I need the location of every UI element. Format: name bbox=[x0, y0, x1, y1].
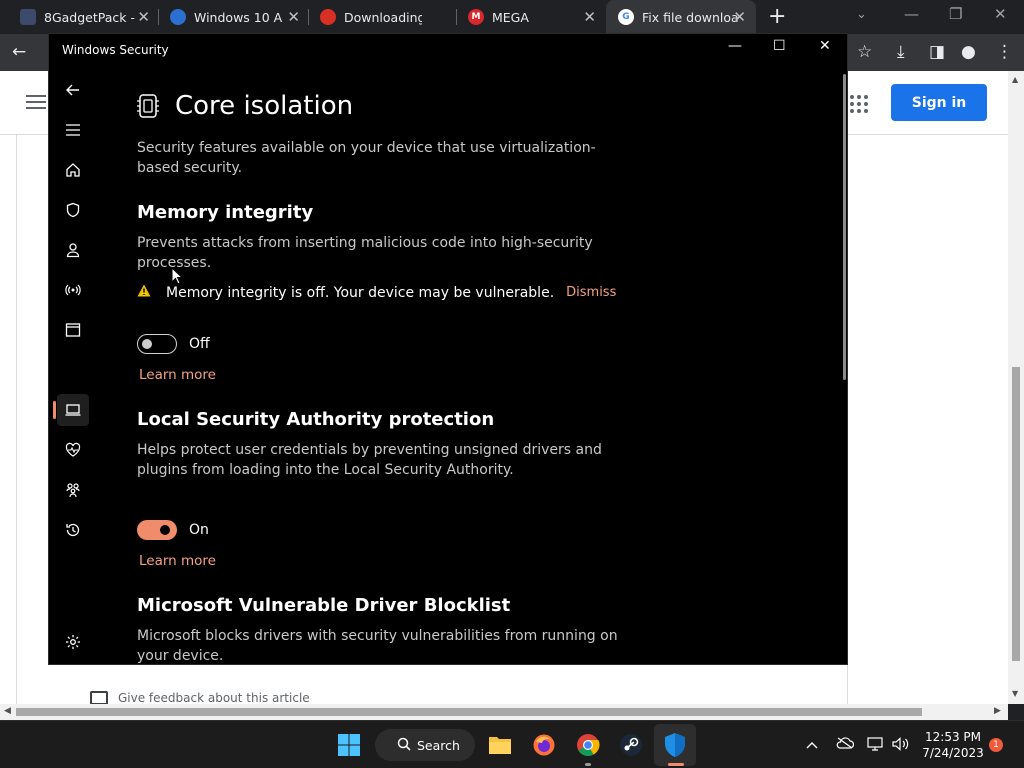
memory-integrity-desc: Prevents attacks from inserting maliciou… bbox=[137, 235, 593, 271]
browser-tab[interactable]: Windows 10 Act ✕ bbox=[170, 0, 300, 34]
browser-tab[interactable]: Downloading KB bbox=[320, 0, 446, 34]
home-icon[interactable] bbox=[57, 154, 89, 186]
page-intro: Security features available on your devi… bbox=[137, 140, 596, 176]
family-icon[interactable] bbox=[57, 474, 89, 506]
volume-icon[interactable] bbox=[892, 737, 910, 755]
tab-close-icon[interactable]: ✕ bbox=[137, 8, 150, 26]
bookmark-star-icon[interactable]: ☆ bbox=[857, 42, 872, 62]
lsa-protection-state: On bbox=[189, 522, 209, 538]
feedback-link[interactable]: Give feedback about this article bbox=[90, 691, 310, 705]
shield-icon[interactable] bbox=[57, 194, 89, 226]
browser-restore-icon[interactable]: ❐ bbox=[949, 5, 962, 23]
network-display-icon[interactable] bbox=[867, 737, 885, 755]
dismiss-link[interactable]: Dismiss bbox=[566, 285, 616, 300]
back-icon[interactable]: ← bbox=[12, 42, 26, 62]
taskbar: Search 12:53 PM 7/24/2023 1 bbox=[0, 720, 1024, 768]
pinwheel-icon bbox=[320, 9, 336, 25]
warning-icon bbox=[137, 284, 155, 301]
gadgetpack-icon bbox=[20, 9, 36, 25]
account-icon[interactable] bbox=[57, 234, 89, 266]
settings-icon[interactable] bbox=[57, 626, 89, 658]
feedback-icon bbox=[90, 691, 108, 705]
memory-integrity-state: Off bbox=[189, 336, 210, 352]
tab-close-icon[interactable]: ✕ bbox=[287, 8, 300, 26]
windows-security-active-indicator bbox=[668, 763, 684, 766]
app-browser-icon[interactable] bbox=[57, 314, 89, 346]
mega-icon: M bbox=[468, 9, 484, 25]
toggle-knob bbox=[142, 339, 152, 349]
browser-minimize-icon[interactable]: — bbox=[904, 5, 919, 23]
scroll-left-icon[interactable]: ◀ bbox=[4, 706, 11, 716]
nav-selection-indicator bbox=[53, 401, 56, 419]
new-tab-button[interactable]: + bbox=[768, 4, 786, 29]
memory-integrity-learn-more-link[interactable]: Learn more bbox=[139, 367, 216, 383]
tab-separator bbox=[308, 9, 309, 25]
warning-text: Memory integrity is off. Your device may… bbox=[166, 284, 555, 301]
mouse-cursor-icon bbox=[171, 266, 184, 289]
windows-security-window: Windows Security — ☐ ✕ Core isolation Se… bbox=[48, 33, 848, 665]
firefox-icon[interactable] bbox=[532, 733, 556, 757]
scrollbar-thumb[interactable] bbox=[16, 708, 922, 716]
page-horizontal-scrollbar[interactable]: ◀ ▶ bbox=[0, 704, 1008, 720]
sign-in-button[interactable]: Sign in bbox=[891, 84, 987, 121]
browser-close-icon[interactable]: ✕ bbox=[994, 5, 1007, 23]
more-menu-icon[interactable]: ⋮ bbox=[996, 42, 1013, 62]
download-icon[interactable]: ⤓ bbox=[897, 42, 905, 62]
driver-blocklist-title: Microsoft Vulnerable Driver Blocklist bbox=[137, 595, 511, 616]
health-icon[interactable] bbox=[57, 434, 89, 466]
memory-integrity-warning: Memory integrity is off. Your device may… bbox=[137, 284, 616, 301]
notification-badge[interactable]: 1 bbox=[989, 738, 1003, 752]
file-explorer-icon[interactable] bbox=[488, 733, 512, 757]
profile-icon[interactable]: ● bbox=[961, 42, 976, 62]
tab-separator bbox=[456, 9, 457, 25]
driver-blocklist-desc: Microsoft blocks drivers with security v… bbox=[137, 628, 618, 664]
windows-icon bbox=[170, 9, 186, 25]
history-icon[interactable] bbox=[57, 514, 89, 546]
start-windows-icon[interactable] bbox=[337, 733, 361, 757]
onedrive-offline-icon[interactable] bbox=[836, 737, 855, 753]
scrollbar-thumb[interactable] bbox=[1012, 367, 1020, 661]
google-icon: G bbox=[618, 9, 634, 25]
network-icon[interactable] bbox=[57, 274, 89, 306]
page-divider bbox=[16, 135, 17, 704]
tab-close-icon[interactable]: ✕ bbox=[733, 8, 746, 26]
show-hidden-icons-chevron-icon[interactable] bbox=[806, 737, 818, 753]
browser-tabstrip: 8GadgetPack - G ✕ Windows 10 Act ✕ Downl… bbox=[0, 0, 1024, 34]
search-icon bbox=[397, 737, 411, 754]
browser-tab[interactable]: M MEGA ✕ bbox=[468, 0, 596, 34]
page-title: Core isolation bbox=[175, 91, 354, 121]
scroll-up-icon[interactable]: ▲ bbox=[1012, 75, 1018, 84]
side-panel-icon[interactable]: ◨ bbox=[929, 42, 945, 62]
taskbar-search[interactable]: Search bbox=[375, 729, 475, 761]
tab-close-icon[interactable]: ✕ bbox=[583, 8, 596, 26]
back-arrow-icon[interactable] bbox=[57, 74, 89, 106]
apps-grid-icon[interactable] bbox=[850, 95, 868, 113]
core-isolation-page: Core isolation Security features availab… bbox=[137, 34, 837, 664]
lsa-protection-title: Local Security Authority protection bbox=[137, 409, 495, 430]
taskbar-clock[interactable]: 12:53 PM 7/24/2023 bbox=[918, 729, 988, 761]
memory-integrity-title: Memory integrity bbox=[137, 202, 314, 223]
browser-tab[interactable]: 8GadgetPack - G ✕ bbox=[20, 0, 150, 34]
memory-integrity-toggle[interactable] bbox=[137, 334, 177, 354]
page-vertical-scrollbar[interactable]: ▲ ▼ bbox=[1008, 71, 1024, 704]
chrome-running-indicator bbox=[585, 763, 591, 766]
chrome-icon[interactable] bbox=[576, 733, 600, 757]
steam-icon[interactable] bbox=[619, 733, 643, 757]
menu-icon[interactable] bbox=[57, 114, 89, 146]
browser-tab-active[interactable]: G Fix file downloa ✕ bbox=[606, 0, 756, 34]
lsa-protection-desc: Helps protect user credentials by preven… bbox=[137, 442, 602, 478]
lsa-protection-learn-more-link[interactable]: Learn more bbox=[139, 553, 216, 569]
tab-separator bbox=[158, 9, 159, 25]
device-security-icon[interactable] bbox=[57, 394, 89, 426]
windows-security-shield-icon[interactable] bbox=[663, 733, 687, 757]
content-scrollbar[interactable] bbox=[843, 74, 846, 380]
nav-rail bbox=[49, 74, 97, 664]
tab-search-chevron-icon[interactable]: ⌄ bbox=[856, 7, 867, 22]
lsa-protection-toggle[interactable] bbox=[137, 520, 177, 540]
toggle-knob bbox=[160, 525, 170, 535]
scroll-right-icon[interactable]: ▶ bbox=[994, 706, 1001, 716]
hamburger-menu-icon[interactable] bbox=[26, 95, 46, 113]
core-isolation-chip-icon bbox=[137, 92, 159, 124]
scroll-down-icon[interactable]: ▼ bbox=[1012, 689, 1018, 698]
